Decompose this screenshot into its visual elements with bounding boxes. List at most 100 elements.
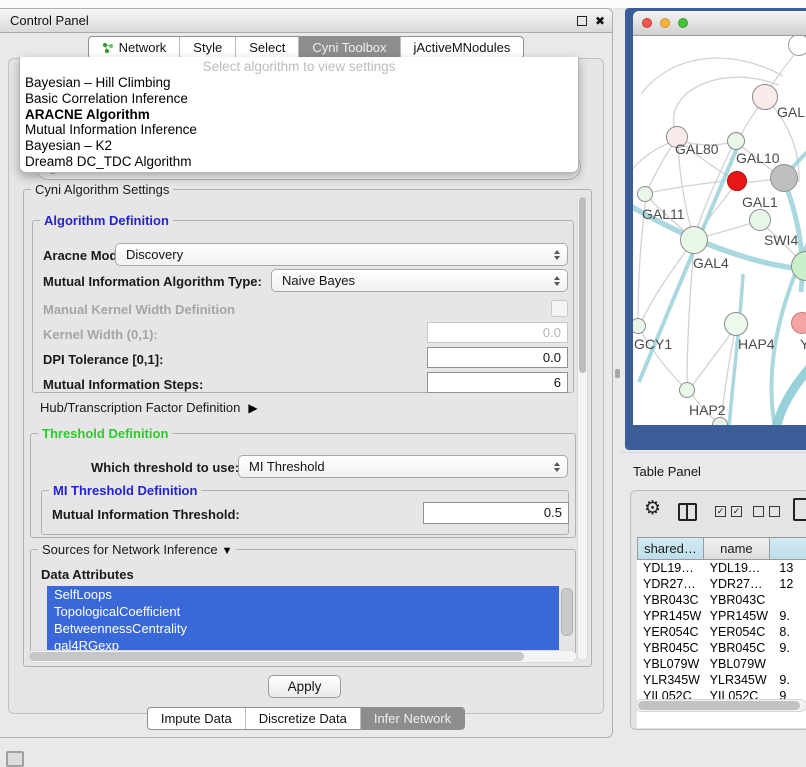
algorithm-option-bayesian-k2[interactable]: Bayesian – K2 [20,138,578,154]
sources-group-title[interactable]: Sources for Network Inference▼ [38,542,236,559]
network-node-gal11[interactable] [637,186,653,202]
algorithm-combo-placeholder: Select algorithm to view settings [20,57,578,75]
tab-network[interactable]: Network [89,37,180,58]
deselect-all-icon[interactable] [753,506,780,517]
network-node-gal1[interactable] [749,209,771,231]
table-row[interactable]: YLR345WYLR345W9. [637,672,806,688]
document-icon[interactable] [793,498,806,521]
panel-splitter-grip[interactable] [615,369,620,378]
aracne-mode-select[interactable]: Discovery [115,243,568,266]
mi-algorithm-type-select[interactable]: Naive Bayes [271,269,568,292]
tab-label: Select [249,37,285,58]
algorithm-option-dream8-dc-tdc-algorithm[interactable]: Dream8 DC_TDC Algorithm [20,154,578,170]
table-horizontal-scrollbar[interactable] [635,699,806,712]
network-node-y[interactable] [791,312,806,334]
dpi-tolerance-field[interactable]: 0.0 [427,347,568,368]
mi-steps-field[interactable]: 6 [427,372,568,393]
checked-box-icon: ✓ [731,506,742,517]
close-window-icon[interactable]: ✖ [595,15,605,27]
attribute-item-selfloops[interactable]: SelfLoops [47,586,559,603]
control-panel-tab-bar: Network Style Select Cyni Toolbox jActiveMNo… [0,36,612,59]
manual-kernel-width-label: Manual Kernel Width Definition [43,302,235,317]
cell-shared-name: YBL079W [637,656,704,672]
tab-style[interactable]: Style [179,37,235,58]
select-all-icon[interactable]: ✓ ✓ [715,506,742,517]
aracne-mode-value: Discovery [126,244,183,265]
scrollbar-thumb[interactable] [579,197,586,373]
which-threshold-value: MI Threshold [249,456,325,477]
network-view-window: GALGAL80GAL10GAL1GAL11SWI4GAL4GCY1HAP4YH… [625,8,806,450]
algorithm-option-aracne-algorithm[interactable]: ARACNE Algorithm [20,107,578,123]
mi-steps-label: Mutual Information Steps: [43,377,203,392]
collapsed-panel-icon[interactable] [6,751,24,767]
table-row[interactable]: YDR27…YDR27…12 [637,576,806,592]
attribute-item-topologicalcoefficient[interactable]: TopologicalCoefficient [47,603,559,620]
column-header-name[interactable]: name [704,537,770,560]
column-header-shared[interactable]: shared… [637,537,704,560]
table-row[interactable]: YER054CYER054C8. [637,624,806,640]
float-window-icon[interactable] [577,16,587,26]
table-row[interactable]: YBR045CYBR045C9. [637,640,806,656]
network-view-titlebar[interactable] [633,11,806,36]
combo-stepper-icon [554,462,560,472]
network-icon [102,42,114,54]
network-node[interactable] [788,36,806,56]
column-header-col3[interactable] [770,537,806,560]
manual-kernel-checkbox[interactable] [551,300,568,317]
table-row[interactable]: YBR043CYBR043C [637,592,806,608]
mi-threshold-field[interactable]: 0.5 [423,502,569,524]
attribute-list-scrollbar[interactable] [561,588,573,636]
cell-name: YBL079W [704,656,770,672]
cell-shared-name: YPR145W [637,608,704,624]
tab-select[interactable]: Select [235,37,298,58]
attribute-item-betweennesscentrality[interactable]: BetweennessCentrality [47,620,559,637]
traffic-light-close-icon[interactable] [642,18,652,28]
network-node[interactable] [727,171,747,191]
hub-definition-label: Hub/Transcription Factor Definition [40,400,240,415]
network-node-label: GAL [777,104,805,120]
scrollbar-thumb[interactable] [638,701,800,710]
network-node-gal[interactable] [752,84,778,110]
tab-label: jActiveMNodules [414,37,511,58]
settings-horizontal-scrollbar[interactable] [27,650,577,663]
cell-value [769,656,806,672]
cell-name: YDR27… [704,576,770,592]
kernel-width-field[interactable]: 0.0 [427,322,568,343]
which-threshold-select[interactable]: MI Threshold [238,455,568,478]
tab-label: Network [119,37,167,58]
table-row[interactable]: YDL19…YDL19…13 [637,560,806,576]
hub-definition-expander[interactable]: Hub/Transcription Factor Definition ▶ [40,400,258,415]
bottom-tab-bar: Impute DataDiscretize DataInfer Network [0,707,612,730]
table-row[interactable]: YBL079WYBL079W [637,656,806,672]
tab-impute-data[interactable]: Impute Data [148,708,245,729]
expander-right-arrow-icon: ▶ [248,401,257,415]
traffic-light-minimize-icon[interactable] [660,18,670,28]
algorithm-option-mutual-information-inference[interactable]: Mutual Information Inference [20,122,578,138]
algorithm-option-basic-correlation-inference[interactable]: Basic Correlation Inference [20,91,578,107]
table-panel-divider [620,452,806,453]
table-row[interactable]: YPR145WYPR145W9. [637,608,806,624]
network-node[interactable] [770,164,798,192]
network-node-hap4[interactable] [724,312,748,336]
settings-vertical-scrollbar[interactable] [577,195,588,661]
network-node-gal10[interactable] [727,132,745,150]
tab-label: Style [193,37,222,58]
table-header-row: shared…name [637,537,806,560]
network-node-label: Y [800,336,806,352]
scrollbar-thumb[interactable] [29,652,524,661]
network-node-hap2[interactable] [679,382,695,398]
tab-jactivemnodules[interactable]: jActiveMNodules [400,37,524,58]
tab-cyni-toolbox[interactable]: Cyni Toolbox [298,37,399,58]
kernel-width-label: Kernel Width (0,1): [43,327,158,342]
network-canvas[interactable]: GALGAL80GAL10GAL1GAL11SWI4GAL4GCY1HAP4YH… [633,36,806,425]
traffic-light-zoom-icon[interactable] [678,18,688,28]
gear-icon[interactable]: ⚙ [644,499,661,519]
tab-infer-network[interactable]: Infer Network [360,708,464,729]
algorithm-option-bayesian-hill-climbing[interactable]: Bayesian – Hill Climbing [20,75,578,91]
tab-discretize-data[interactable]: Discretize Data [245,708,360,729]
apply-button[interactable]: Apply [268,675,341,698]
network-node-gal4[interactable] [680,226,708,254]
algorithm-definition-group: Algorithm Definition Aracne Mode: Discov… [32,220,574,393]
cyni-algorithm-settings-group: Cyni Algorithm Settings Algorithm Defini… [23,189,592,667]
column-selector-icon[interactable] [678,503,697,521]
